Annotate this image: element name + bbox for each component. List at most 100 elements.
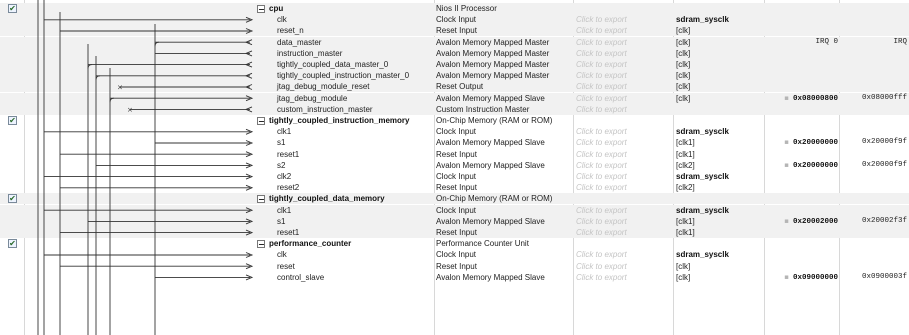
clock-cell[interactable]: [clk] (676, 81, 761, 92)
name-text: jtag_debug_module (277, 93, 348, 103)
wire-corner (87, 64, 93, 69)
component-name[interactable]: − performance_counter (257, 238, 432, 249)
clock-cell[interactable]: [clk] (676, 261, 761, 272)
clock-cell[interactable]: [clk] (676, 272, 761, 283)
base-address[interactable]: ▪ 0x20000000 (766, 160, 838, 171)
export-link[interactable]: Click to export (576, 227, 672, 238)
description: Clock Input (436, 172, 477, 181)
clock-cell[interactable]: sdram_sysclk (676, 205, 761, 216)
clock-cell[interactable]: [clk2] (676, 182, 761, 193)
end-address: IRQ (893, 37, 907, 46)
port-name: tightly_coupled_data_master_0 (257, 59, 452, 70)
description: Clock Input (436, 127, 477, 137)
export-link[interactable]: Click to export (576, 205, 672, 216)
description: Custom Instruction Master (436, 104, 530, 114)
end-address: 0x20000f9f (861, 138, 907, 147)
base-address[interactable]: ▪ 0x20000000 (766, 137, 838, 148)
lock-icon[interactable]: ▪ (784, 217, 789, 225)
name-text: reset_n (277, 26, 304, 36)
lock-icon[interactable]: ▪ (784, 273, 789, 281)
clock-cell[interactable]: [clk] (676, 25, 761, 36)
export-link[interactable]: Click to export (576, 216, 672, 227)
description: Reset Input (436, 149, 477, 159)
name-text: clk2 (277, 172, 292, 181)
export-link[interactable]: Click to export (576, 104, 672, 115)
clock-cell[interactable]: [clk] (676, 59, 761, 70)
export-link[interactable]: Click to export (576, 37, 672, 48)
clock-cell[interactable]: [clk1] (676, 137, 761, 148)
export-link[interactable]: Click to export (576, 171, 672, 182)
export-link[interactable]: Click to export (576, 182, 672, 193)
clock-cell[interactable]: [clk] (676, 70, 761, 81)
description: Clock Input (436, 205, 477, 215)
clock-cell[interactable]: sdram_sysclk (676, 171, 761, 182)
export-link[interactable]: Click to export (576, 149, 672, 160)
export-link[interactable]: Click to export (576, 261, 672, 272)
export-link[interactable]: Click to export (576, 137, 672, 148)
name-text: clk1 (277, 205, 292, 215)
clock-cell[interactable]: sdram_sysclk (676, 249, 761, 260)
port-name: clk1 (257, 205, 452, 216)
export-link[interactable]: Click to export (576, 48, 672, 59)
component-name[interactable]: − tightly_coupled_instruction_memory (257, 115, 432, 126)
export-link[interactable]: Click to export (576, 249, 672, 260)
export-link[interactable]: Click to export (576, 272, 672, 283)
system-contents-table: ✔ − cpu Nios II Processor clk Clock Input Clic… (0, 0, 909, 335)
lock-icon[interactable]: ▪ (784, 138, 789, 146)
clock-cell[interactable]: [clk2] (676, 160, 761, 171)
clock-cell[interactable]: sdram_sysclk (676, 126, 761, 137)
description: Reset Input (436, 261, 477, 271)
port-name: s2 (257, 160, 452, 171)
base-address[interactable]: ▪ 0x09000000 (766, 272, 838, 283)
port-name: clk (257, 14, 452, 25)
base-address[interactable]: IRQ 0 (766, 37, 838, 48)
port-name: instruction_master (257, 48, 452, 59)
lock-icon[interactable]: ▪ (784, 94, 789, 102)
name-text: clk (277, 250, 287, 260)
clock-cell[interactable]: [clk1] (676, 227, 761, 238)
port-name: reset (257, 261, 452, 272)
unconnected-x-icon[interactable]: × (127, 106, 133, 114)
name-text: reset (277, 261, 295, 271)
name-text: cpu (269, 4, 284, 13)
export-link[interactable]: Click to export (576, 126, 672, 137)
lock-icon[interactable]: ▪ (784, 161, 789, 169)
clock-cell[interactable]: [clk] (676, 37, 761, 48)
name-text: reset1 (277, 228, 300, 237)
name-text: s1 (277, 216, 286, 226)
port-name: tightly_coupled_instruction_master_0 (257, 70, 452, 81)
clock-cell[interactable]: [clk] (676, 93, 761, 104)
export-link[interactable]: Click to export (576, 70, 672, 81)
end-address: 0x08000fff (861, 93, 907, 102)
name-text: reset1 (277, 149, 300, 159)
description: Avalon Memory Mapped Master (436, 71, 550, 81)
base-text: 0x09000000 (792, 273, 838, 282)
export-link[interactable]: Click to export (576, 25, 672, 36)
clock-cell[interactable]: sdram_sysclk (676, 14, 761, 25)
export-link[interactable]: Click to export (576, 14, 672, 25)
description: Avalon Memory Mapped Master (436, 60, 550, 69)
component-name[interactable]: − cpu (257, 3, 432, 14)
component-name[interactable]: − tightly_coupled_data_memory (257, 193, 432, 204)
unconnected-x-icon[interactable]: × (117, 84, 123, 92)
port-name: custom_instruction_master (257, 104, 452, 115)
base-address[interactable]: ▪ 0x20002000 (766, 216, 838, 227)
clock-cell[interactable]: [clk1] (676, 149, 761, 160)
export-link[interactable]: Click to export (576, 81, 672, 92)
description: Clock Input (436, 250, 477, 260)
description: Reset Input (436, 26, 477, 36)
name-text: jtag_debug_module_reset (277, 82, 370, 92)
clock-cell[interactable]: [clk] (676, 48, 761, 59)
connection-matrix[interactable]: ×× (0, 0, 260, 335)
export-link[interactable]: Click to export (576, 93, 672, 104)
base-address[interactable]: ▪ 0x08000800 (766, 93, 838, 104)
port-name: clk2 (257, 171, 452, 182)
name-text: control_slave (277, 272, 325, 282)
clock-cell[interactable]: [clk1] (676, 216, 761, 227)
port-name: reset1 (257, 149, 452, 160)
port-name: jtag_debug_module_reset (257, 81, 452, 92)
export-link[interactable]: Click to export (576, 160, 672, 171)
export-link[interactable]: Click to export (576, 59, 672, 70)
port-name: clk (257, 249, 452, 260)
wire-corner (154, 41, 160, 47)
